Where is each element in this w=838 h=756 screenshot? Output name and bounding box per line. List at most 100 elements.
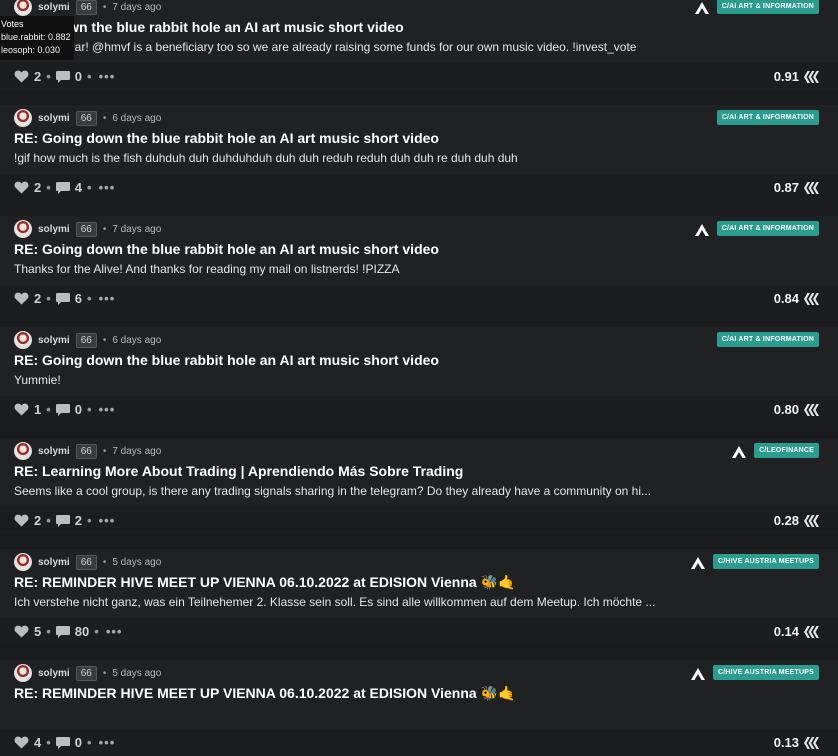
author-name[interactable]: solymi (38, 2, 70, 13)
payout[interactable]: 0.13 (774, 735, 820, 750)
avatar[interactable] (14, 331, 32, 349)
post-timestamp[interactable]: 5 days ago (112, 668, 161, 679)
vote-count[interactable]: 2 (34, 291, 41, 306)
comment-count[interactable]: 0 (75, 735, 82, 750)
post-card[interactable]: solymi 66 • 6 days ago RE: Going down the bl… (0, 105, 838, 201)
tooltip-title: Votes (1, 19, 24, 29)
comment-count[interactable]: 2 (75, 513, 82, 528)
post-timestamp[interactable]: 7 days ago (112, 446, 161, 457)
avatar[interactable] (14, 553, 32, 571)
avatar[interactable] (14, 0, 32, 16)
vote-count[interactable]: 1 (34, 402, 41, 417)
community-tag[interactable]: C/AI ART & INFORMATION (716, 332, 819, 347)
payout[interactable]: 0.87 (774, 180, 820, 195)
comment-icon[interactable] (55, 70, 70, 83)
community-tag[interactable]: C/LEOFINANCE (754, 443, 819, 458)
comment-count[interactable]: 6 (75, 291, 82, 306)
post-title[interactable]: RE: REMINDER HIVE MEET UP VIENNA 06.10.2… (14, 685, 515, 702)
author-name[interactable]: solymi (38, 224, 70, 235)
heart-icon[interactable] (14, 70, 29, 83)
vote-count[interactable]: 2 (34, 180, 41, 195)
post-timestamp[interactable]: 6 days ago (112, 113, 161, 124)
post-timestamp[interactable]: 5 days ago (112, 557, 161, 568)
payout[interactable]: 0.91 (774, 69, 820, 84)
more-options-button[interactable]: ••• (99, 291, 116, 306)
post-card[interactable]: solymi 66 • 7 days ago RE: Going down the bl… (0, 216, 838, 312)
heart-icon[interactable] (14, 403, 29, 416)
comment-icon[interactable] (55, 625, 70, 638)
post-card[interactable]: solymi 66 • 5 days ago RE: REMINDER HIVE MEE… (0, 549, 838, 645)
payout[interactable]: 0.84 (774, 291, 820, 306)
leofinance-icon[interactable] (690, 556, 705, 569)
post-title[interactable]: down the blue rabbit hole an AI art musi… (51, 19, 404, 35)
post-actions: 2 • 0 • ••• 0.91 (0, 63, 838, 90)
heart-icon[interactable] (14, 514, 29, 527)
post-excerpt[interactable]: Thanks for the Alive! And thanks for rea… (14, 262, 400, 276)
author-name[interactable]: solymi (38, 113, 70, 124)
post-title[interactable]: RE: REMINDER HIVE MEET UP VIENNA 06.10.2… (14, 574, 515, 591)
comment-icon[interactable] (55, 514, 70, 527)
post-actions: 2 • 6 • ••• 0.84 (0, 285, 838, 312)
vote-count[interactable]: 5 (34, 624, 41, 639)
leofinance-icon[interactable] (694, 223, 709, 236)
vote-count[interactable]: 4 (34, 735, 41, 750)
author-name[interactable]: solymi (38, 446, 70, 457)
more-options-button[interactable]: ••• (99, 69, 116, 84)
community-tag[interactable]: C/AI ART & INFORMATION (716, 110, 819, 125)
post-excerpt[interactable]: ear! @hmvf is a beneficiary too so we ar… (68, 40, 636, 54)
heart-icon[interactable] (14, 181, 29, 194)
vote-count[interactable]: 2 (34, 69, 41, 84)
post-card[interactable]: solymi 66 • 7 days ago RE: Learning More Abo… (0, 438, 838, 534)
comment-icon[interactable] (55, 736, 70, 749)
comment-count[interactable]: 80 (75, 624, 89, 639)
community-tag[interactable]: C/HIVE AUSTRIA MEETUPS (712, 554, 819, 569)
post-title[interactable]: RE: Going down the blue rabbit hole an A… (14, 352, 439, 368)
leofinance-icon[interactable] (694, 1, 709, 14)
comment-icon[interactable] (55, 403, 70, 416)
post-card[interactable]: solymi 66 • 7 days ago down the blue rabbit … (0, 0, 838, 90)
post-card[interactable]: solymi 66 • 5 days ago RE: REMINDER HIVE MEE… (0, 660, 838, 756)
community-tag[interactable]: C/AI ART & INFORMATION (716, 221, 819, 236)
payout[interactable]: 0.14 (774, 624, 820, 639)
avatar[interactable] (14, 109, 32, 127)
vote-count[interactable]: 2 (34, 513, 41, 528)
avatar[interactable] (14, 664, 32, 682)
comment-count[interactable]: 4 (75, 180, 82, 195)
comment-count[interactable]: 0 (75, 69, 82, 84)
heart-icon[interactable] (14, 292, 29, 305)
heart-icon[interactable] (14, 625, 29, 638)
more-options-button[interactable]: ••• (99, 735, 116, 750)
post-timestamp[interactable]: 6 days ago (112, 335, 161, 346)
heart-icon[interactable] (14, 736, 29, 749)
post-excerpt[interactable]: Yummie! (14, 373, 61, 387)
payout-value: 0.87 (773, 180, 799, 195)
leofinance-icon[interactable] (690, 667, 705, 680)
post-timestamp[interactable]: 7 days ago (112, 2, 161, 13)
post-timestamp[interactable]: 7 days ago (112, 224, 161, 235)
post-title[interactable]: RE: Going down the blue rabbit hole an A… (14, 130, 439, 146)
author-name[interactable]: solymi (38, 557, 70, 568)
community-tag[interactable]: C/AI ART & INFORMATION (716, 0, 819, 14)
post-title[interactable]: RE: Going down the blue rabbit hole an A… (14, 241, 439, 257)
community-tag[interactable]: C/HIVE AUSTRIA MEETUPS (712, 665, 819, 680)
post-excerpt[interactable]: Ich verstehe nicht ganz, was ein Teilneh… (14, 595, 655, 609)
more-options-button[interactable]: ••• (99, 402, 116, 417)
payout[interactable]: 0.28 (774, 513, 820, 528)
leofinance-icon[interactable] (732, 445, 747, 458)
comment-count[interactable]: 0 (75, 402, 82, 417)
post-card[interactable]: solymi 66 • 6 days ago RE: Going down the bl… (0, 327, 838, 423)
votes-tooltip: Votes blue.rabbit: 0.882 leosoph: 0.030 (0, 16, 74, 60)
post-excerpt[interactable]: !gif how much is the fish duhduh duh duh… (14, 151, 518, 165)
payout[interactable]: 0.80 (774, 402, 820, 417)
avatar[interactable] (14, 442, 32, 460)
comment-icon[interactable] (55, 181, 70, 194)
more-options-button[interactable]: ••• (99, 180, 116, 195)
author-name[interactable]: solymi (38, 335, 70, 346)
comment-icon[interactable] (55, 292, 70, 305)
avatar[interactable] (14, 220, 32, 238)
more-options-button[interactable]: ••• (99, 513, 116, 528)
post-excerpt[interactable]: Seems like a cool group, is there any tr… (14, 484, 651, 498)
author-name[interactable]: solymi (38, 668, 70, 679)
post-title[interactable]: RE: Learning More About Trading | Aprend… (14, 463, 463, 479)
more-options-button[interactable]: ••• (106, 624, 123, 639)
